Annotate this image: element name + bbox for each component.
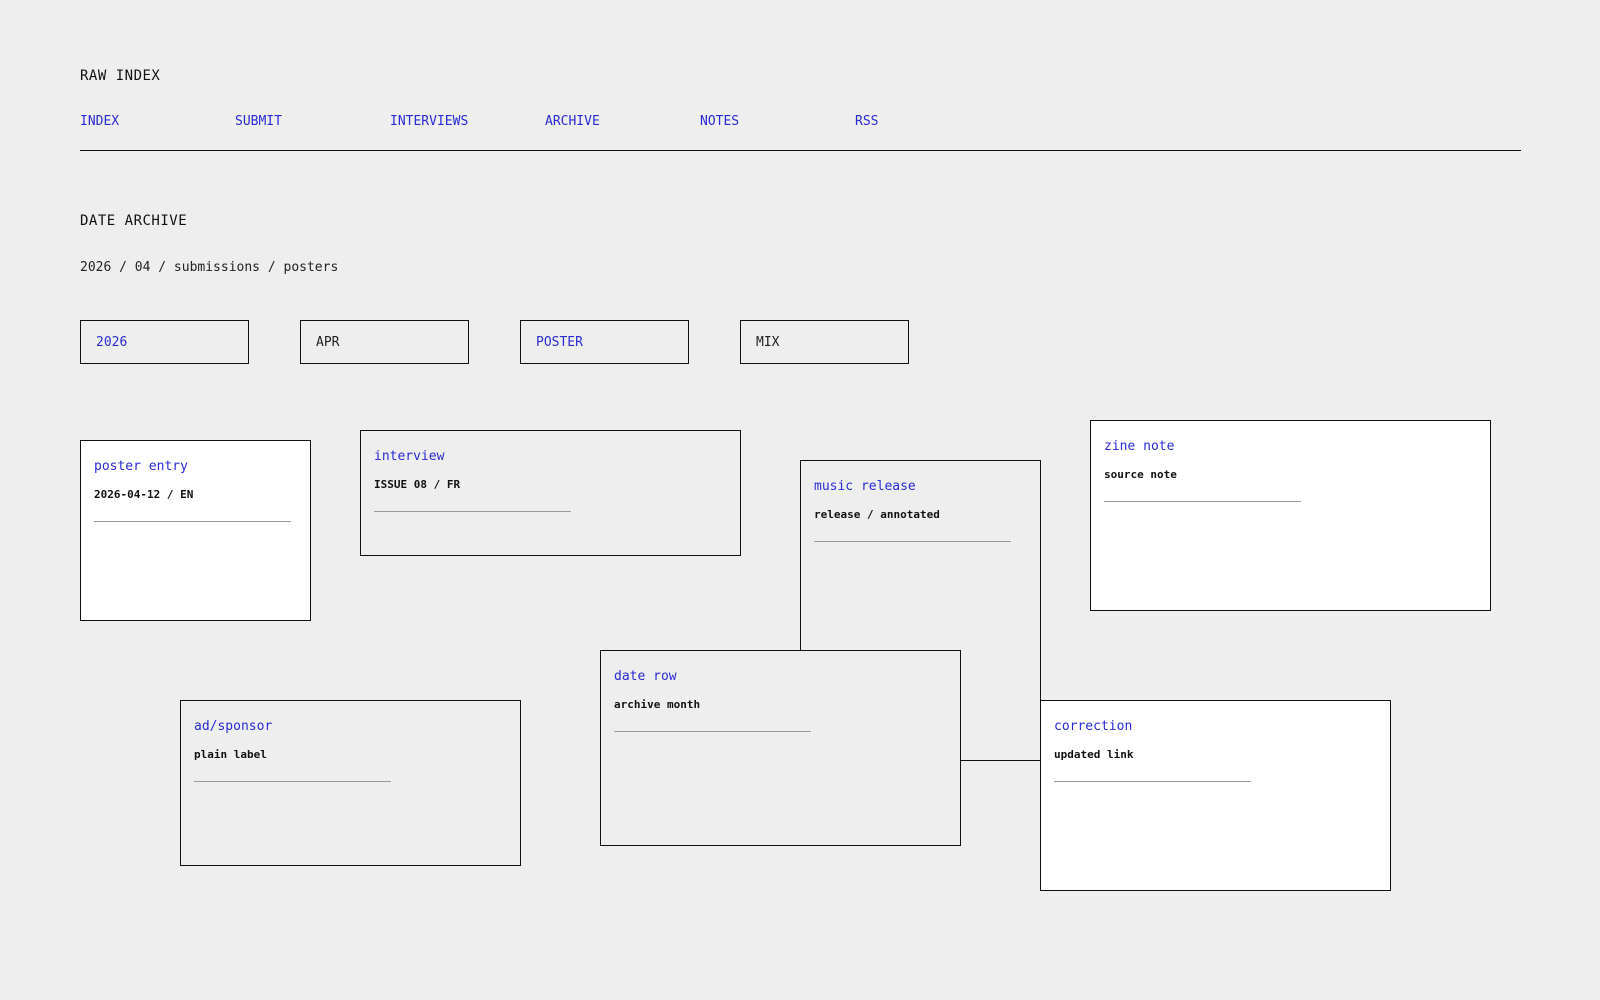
header-divider	[80, 150, 1521, 151]
card-ad-sponsor[interactable]: ad/sponsor plain label	[180, 700, 521, 866]
card-interview[interactable]: interview ISSUE 08 / FR	[360, 430, 741, 556]
card-divider	[94, 521, 291, 522]
card-divider	[614, 731, 811, 732]
card-subtitle: plain label	[194, 748, 267, 761]
card-divider	[814, 541, 1011, 542]
card-divider	[374, 511, 571, 512]
card-title: music release	[814, 479, 916, 494]
breadcrumb: 2026 / 04 / submissions / posters	[80, 260, 339, 275]
card-zine-note[interactable]: zine note source note	[1090, 420, 1491, 611]
card-subtitle: source note	[1104, 468, 1177, 481]
card-subtitle: 2026-04-12 / EN	[94, 488, 194, 501]
card-correction[interactable]: correction updated link	[1040, 700, 1391, 891]
filter-year[interactable]: 2026	[80, 320, 249, 364]
card-title: date row	[614, 669, 677, 684]
card-subtitle: archive month	[614, 698, 701, 711]
card-subtitle: updated link	[1054, 748, 1134, 761]
card-subtitle: release / annotated	[814, 508, 940, 521]
filter-mix[interactable]: MIX	[740, 320, 909, 364]
card-subtitle: ISSUE 08 / FR	[374, 478, 461, 491]
card-poster-entry[interactable]: poster entry 2026-04-12 / EN	[80, 440, 311, 621]
filter-type[interactable]: POSTER	[520, 320, 689, 364]
card-title: poster entry	[94, 459, 188, 474]
card-title: ad/sponsor	[194, 719, 273, 734]
nav-link-rss[interactable]: RSS	[855, 114, 878, 129]
nav-link-archive[interactable]: ARCHIVE	[545, 114, 600, 129]
nav-link-submit[interactable]: SUBMIT	[235, 114, 282, 129]
nav-link-notes[interactable]: NOTES	[700, 114, 739, 129]
card-title: correction	[1054, 719, 1133, 734]
card-title: interview	[374, 449, 445, 464]
card-divider	[194, 781, 391, 782]
filter-month[interactable]: APR	[300, 320, 469, 364]
card-divider	[1054, 781, 1251, 782]
nav-link-interviews[interactable]: INTERVIEWS	[390, 114, 468, 129]
page-title: DATE ARCHIVE	[80, 213, 188, 229]
card-divider	[1104, 501, 1301, 502]
card-title: zine note	[1104, 439, 1175, 454]
card-date-row[interactable]: date row archive month	[600, 650, 961, 846]
site-title: RAW INDEX	[80, 68, 161, 84]
nav-link-index[interactable]: INDEX	[80, 114, 119, 129]
